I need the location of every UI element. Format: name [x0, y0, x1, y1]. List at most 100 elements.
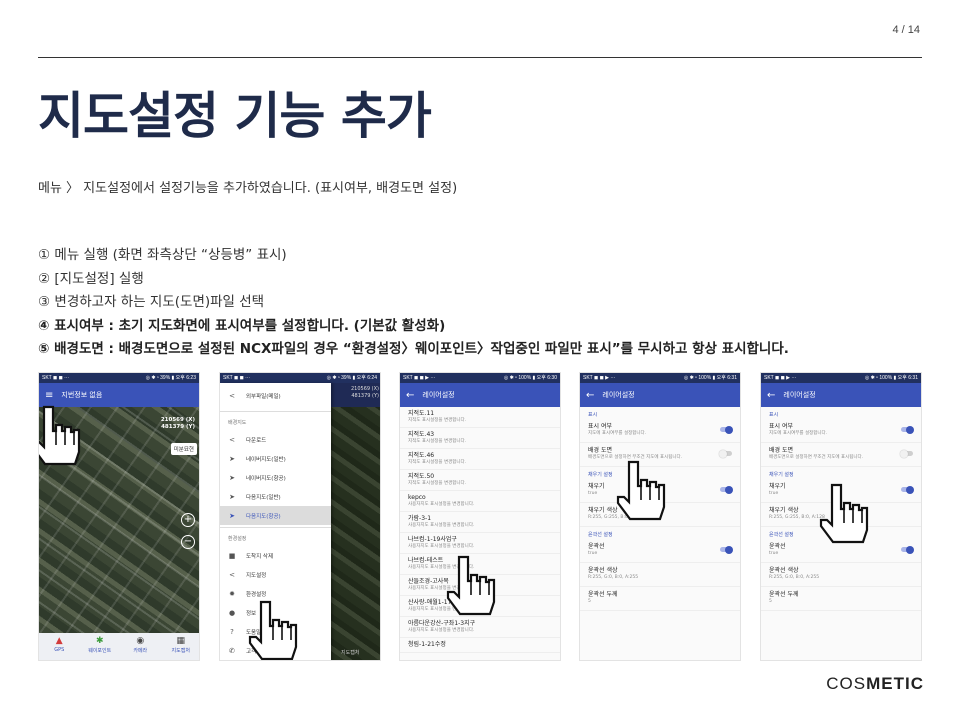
outline-toggle[interactable]: [901, 545, 914, 554]
layer-list-item[interactable]: 가람-3-1 사용자지도 표시설정을 변경합니다.: [400, 512, 560, 533]
show-toggle[interactable]: [720, 425, 733, 434]
outline-toggle[interactable]: [720, 545, 733, 554]
setting-title: 배경 도면: [769, 447, 793, 454]
bottom-tab-bar: ▲ GPS ✱ 웨이포인트 ◉ 카메라 ▦ 지도캡처: [39, 633, 200, 660]
back-arrow-icon[interactable]: ←: [406, 390, 414, 401]
drawer-item-preferences[interactable]: ✹ 환경설정: [220, 584, 331, 603]
setting-outline-color[interactable]: 윤곽선 색상 R:255, G:0, B:0, A:255: [761, 563, 921, 587]
layer-list-item[interactable]: kepco 사용자지도 표시설정을 변경합니다.: [400, 491, 560, 512]
dimmed-map[interactable]: [331, 383, 380, 660]
setting-background[interactable]: 배경 도면 배경도면으로 설정하면 무조건 지도에 표시됩니다.: [580, 443, 740, 467]
info-icon: ●: [228, 608, 236, 617]
setting-background[interactable]: 배경 도면 배경도면으로 설정하면 무조건 지도에 표시됩니다.: [761, 443, 921, 467]
setting-fill[interactable]: 채우기 true: [761, 479, 921, 503]
appbar-title: 레이어설정: [422, 391, 455, 399]
setting-title: 윤곽선: [588, 543, 605, 550]
setting-summary: 5: [769, 599, 772, 604]
layer-summary: 사용자지도 표시설정을 변경합니다.: [408, 523, 475, 528]
tab-camera[interactable]: ◉ 카메라: [120, 633, 161, 660]
tab-map-capture[interactable]: ▦ 지도캡처: [161, 633, 200, 660]
drawer-item-label: 다음지도(일반): [246, 494, 281, 501]
zoom-out-button[interactable]: −: [181, 535, 195, 549]
drawer-item-daum-normal[interactable]: ➤ 다음지도(일반): [220, 487, 331, 506]
zoom-in-button[interactable]: +: [181, 513, 195, 527]
drawer-item-map-settings[interactable]: < 지도설정: [220, 565, 331, 584]
setting-fill-color[interactable]: 채우기 색상 R:255, G:255, B:0, A:128: [761, 503, 921, 527]
layer-list-item[interactable]: 지적도.11 지적도 표시설정을 변경합니다.: [400, 407, 560, 428]
drawer-item-label: 네이버지도(항공): [246, 475, 286, 482]
app-bar: ← 레이어설정: [580, 383, 740, 407]
camera-icon: ◉: [136, 636, 145, 646]
layer-list-item[interactable]: 지적도.43 지적도 표시설정을 변경합니다.: [400, 428, 560, 449]
phone-drawer-screen: SKT ◼ ◼ ··· ◎ ✱ ⁿ 39% ▮ 오후 6:24 210569 (X…: [219, 372, 381, 661]
setting-summary: true: [769, 491, 779, 496]
back-arrow-icon[interactable]: ←: [767, 390, 775, 401]
tab-waypoint[interactable]: ✱ 웨이포인트: [80, 633, 121, 660]
drawer-item-customer-center[interactable]: ✆ 고객센터: [220, 641, 331, 660]
section-fill: 채우기 설정: [588, 472, 613, 478]
layer-list-item[interactable]: 청림-1-21수정: [400, 638, 560, 653]
layer-list-item[interactable]: 나브컴-1-19사업구 사용자지도 표시설정을 변경합니다.: [400, 533, 560, 554]
layer-list-item[interactable]: 산들조경-고사목 사용자지도 표시설정을 변경합니다.: [400, 575, 560, 596]
step-item: ⑤ 배경도면 : 배경도면으로 설정된 NCX파일의 경우 “환경설정〉웨이포인…: [38, 341, 789, 357]
send-icon: ➤: [229, 473, 235, 482]
setting-fill-color[interactable]: 채우기 색상 R:255, G:255, B:0, A:128: [580, 503, 740, 527]
drawer-item-label: 도착지 삭제: [246, 553, 274, 560]
setting-title: 윤곽선 색상: [769, 567, 799, 574]
status-right: ◎ ✱ ⁿ 39% ▮ 오후 6:23: [145, 375, 196, 381]
status-bar: SKT ◼ ◼ ··· ◎ ✱ ⁿ 39% ▮ 오후 6:24: [220, 373, 380, 383]
setting-summary: 지도에 표시여부를 설정합니다.: [588, 431, 647, 436]
background-toggle[interactable]: [900, 449, 913, 458]
background-toggle[interactable]: [719, 449, 732, 458]
setting-show[interactable]: 표시 여부 지도에 표시여부를 설정합니다.: [580, 419, 740, 443]
back-arrow-icon[interactable]: ←: [586, 390, 594, 401]
fill-toggle[interactable]: [720, 485, 733, 494]
setting-title: 윤곽선 두께: [769, 591, 799, 598]
setting-outline-width[interactable]: 윤곽선 두께 5: [580, 587, 740, 611]
drawer-item-external-file[interactable]: < 외부파일(메일): [220, 383, 331, 409]
setting-outline[interactable]: 윤곽선 true: [761, 539, 921, 563]
drawer-item-delete-destination[interactable]: ■ 도착지 삭제: [220, 546, 331, 565]
setting-outline-width[interactable]: 윤곽선 두께 5: [761, 587, 921, 611]
setting-show[interactable]: 표시 여부 지도에 표시여부를 설정합니다.: [761, 419, 921, 443]
layer-list-item[interactable]: 아름다운강산-구좌1-3지구 사용자지도 표시설정을 변경합니다.: [400, 617, 560, 638]
layer-summary: 사용자지도 표시설정을 변경합니다.: [408, 502, 475, 507]
drawer-item-naver-normal[interactable]: ➤ 네이버지도(일반): [220, 449, 331, 468]
step-item: ② [지도설정] 실행: [38, 270, 144, 287]
help-icon: ?: [230, 627, 234, 636]
tab-gps[interactable]: ▲ GPS: [39, 633, 80, 660]
setting-summary: 지도에 표시여부를 설정합니다.: [769, 431, 828, 436]
share-icon: <: [229, 570, 235, 579]
layer-list-item[interactable]: 산사랑-애월1-17,18 사용자지도 표시설정을 변경합니다.: [400, 596, 560, 617]
app-bar: ← 레이어설정: [400, 383, 560, 407]
drawer-item-label: 다운로드: [246, 437, 267, 444]
drawer-item-label: 도움말: [246, 629, 262, 636]
layer-list-item[interactable]: 지적도.50 지적도 표시설정을 변경합니다.: [400, 470, 560, 491]
brand-prefix: COS: [826, 674, 867, 693]
setting-outline-color[interactable]: 윤곽선 색상 R:255, G:0, B:0, A:255: [580, 563, 740, 587]
satellite-map[interactable]: 210569 (X) 481379 (Y) 미분묘현 + −: [39, 407, 199, 635]
share-icon: <: [229, 435, 235, 444]
show-toggle[interactable]: [901, 425, 914, 434]
gps-icon: ▲: [55, 636, 63, 646]
drawer-item-daum-satellite[interactable]: ➤ 다음지도(항공): [220, 506, 331, 525]
setting-title: 표시 여부: [769, 423, 793, 430]
setting-fill[interactable]: 채우기 true: [580, 479, 740, 503]
dimmed-tab-label: 지도캡처: [341, 650, 360, 656]
hamburger-icon[interactable]: ≡: [45, 390, 53, 401]
layer-list-item[interactable]: 나브컴-테스트 사용자지도 표시설정을 변경합니다.: [400, 554, 560, 575]
layer-title: 산들조경-고사목: [408, 578, 449, 585]
setting-outline[interactable]: 윤곽선 true: [580, 539, 740, 563]
layer-summary: 지적도 표시설정을 변경합니다.: [408, 481, 467, 486]
drawer-item-download[interactable]: < 다운로드: [220, 430, 331, 449]
layer-summary: 지적도 표시설정을 변경합니다.: [408, 439, 467, 444]
drawer-item-help[interactable]: ? 도움말: [220, 622, 331, 641]
map-overlay-button[interactable]: 미분묘현: [170, 443, 197, 455]
status-right: ◎ ✱ ⁿ 39% ▮ 오후 6:24: [326, 375, 377, 381]
layer-list-item[interactable]: 지적도.46 지적도 표시설정을 변경합니다.: [400, 449, 560, 470]
status-left: SKT ◼ ◼ ▶ ···: [583, 375, 616, 381]
layer-summary: 사용자지도 표시설정을 변경합니다.: [408, 628, 475, 633]
drawer-item-info[interactable]: ● 정보: [220, 603, 331, 622]
fill-toggle[interactable]: [901, 485, 914, 494]
drawer-item-naver-satellite[interactable]: ➤ 네이버지도(항공): [220, 468, 331, 487]
